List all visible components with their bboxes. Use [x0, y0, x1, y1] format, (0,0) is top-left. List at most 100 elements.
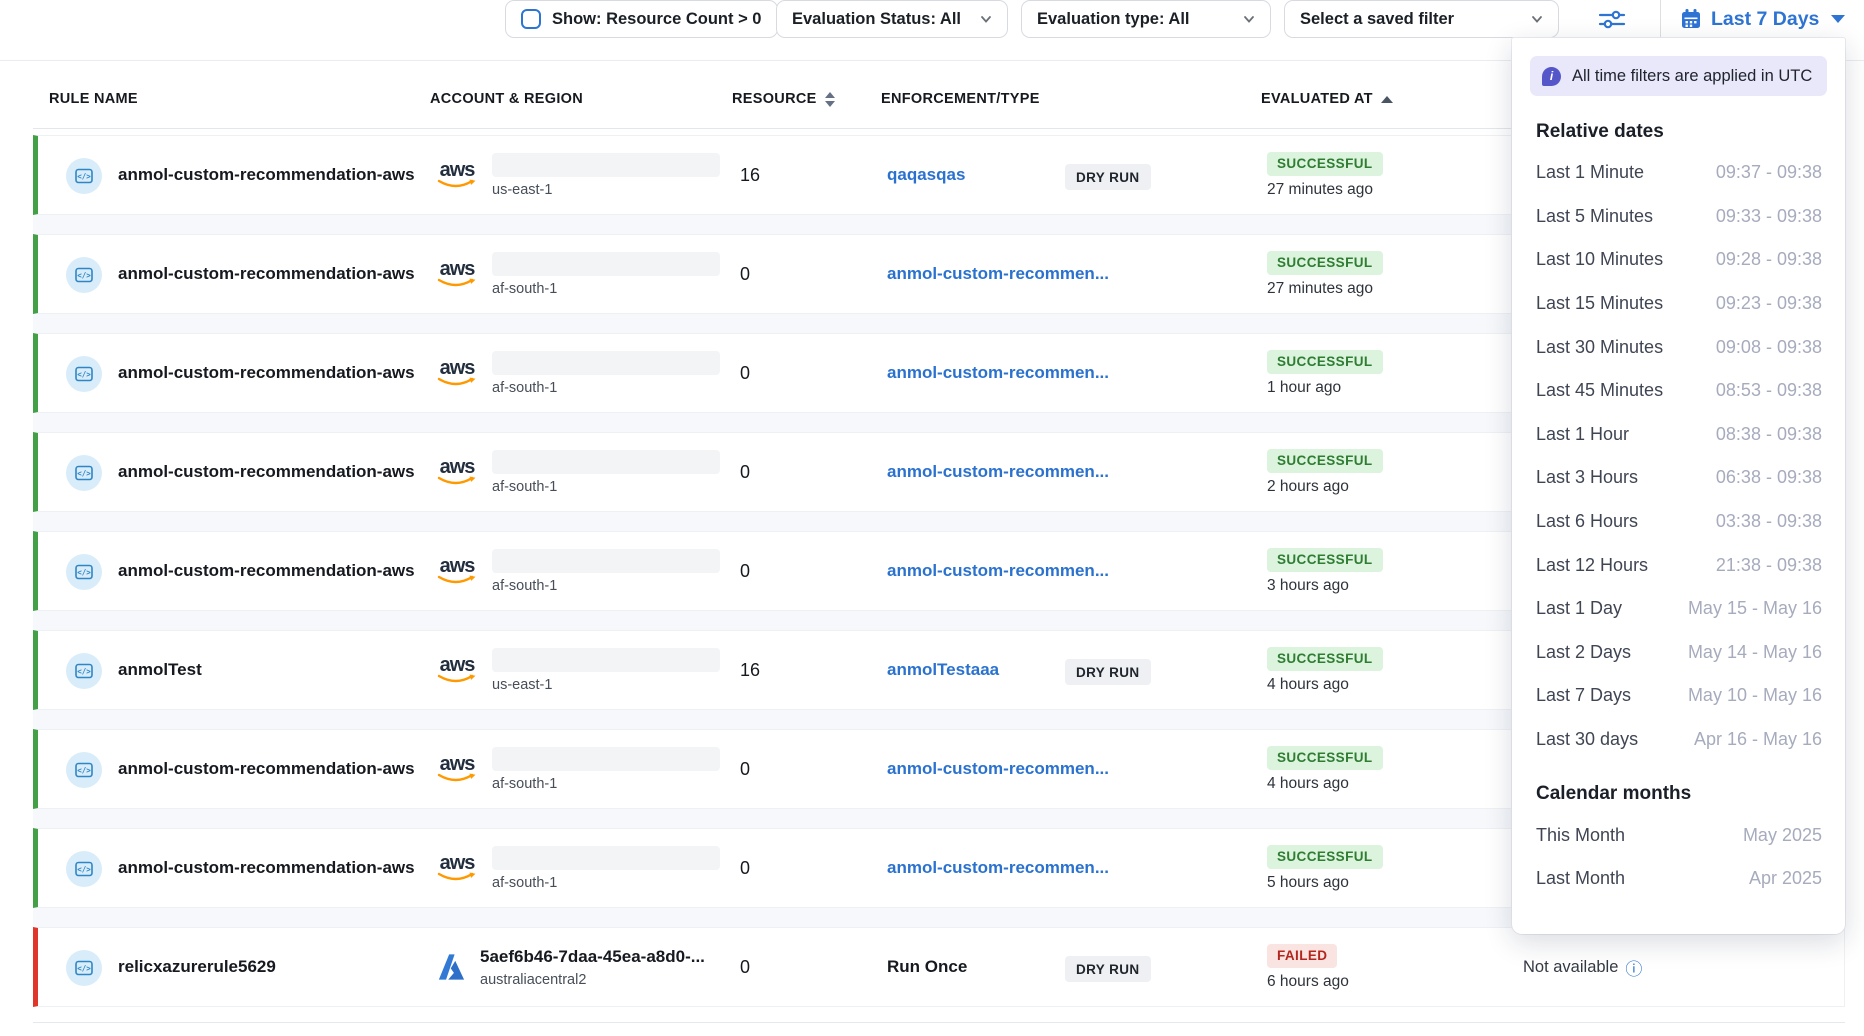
- saved-filter-placeholder: Select a saved filter: [1300, 10, 1454, 29]
- aws-logo-icon: aws: [435, 656, 479, 685]
- table-row[interactable]: </> relicxazurerule5629 5aef6b46-7daa-45…: [33, 927, 1845, 1007]
- date-range-option[interactable]: Last 1 Minute 09:37 - 09:38: [1530, 151, 1827, 195]
- saved-filter-select[interactable]: Select a saved filter: [1284, 0, 1559, 38]
- date-range-option[interactable]: Last Month Apr 2025: [1530, 857, 1827, 901]
- rule-code-icon: </>: [66, 257, 102, 293]
- date-range-option[interactable]: Last 1 Day May 15 - May 16: [1530, 587, 1827, 631]
- filter-settings-button[interactable]: [1592, 2, 1632, 36]
- enforcement-link[interactable]: qaqasqas: [887, 136, 965, 214]
- enforcement-link[interactable]: anmol-custom-recommen...: [887, 730, 1109, 808]
- option-range: Apr 16 - May 16: [1694, 729, 1822, 750]
- date-range-option[interactable]: Last 45 Minutes 08:53 - 09:38: [1530, 369, 1827, 413]
- date-range-option[interactable]: Last 30 Minutes 09:08 - 09:38: [1530, 325, 1827, 369]
- option-range: Apr 2025: [1749, 868, 1822, 889]
- account-region-cell: aws us-east-1: [435, 631, 720, 709]
- evaluated-time: 1 hour ago: [1267, 379, 1341, 397]
- enforcement-link[interactable]: anmol-custom-recommen...: [887, 334, 1109, 412]
- account-region-cell: 5aef6b46-7daa-45ea-a8d0-... australiacen…: [435, 928, 705, 1006]
- option-label: Last 2 Days: [1536, 642, 1631, 663]
- account-region-cell: aws af-south-1: [435, 235, 720, 313]
- rule-name: anmol-custom-recommendation-aws: [118, 433, 415, 511]
- evaluated-time: 4 hours ago: [1267, 676, 1349, 694]
- evaluated-time: 6 hours ago: [1267, 973, 1349, 991]
- region-label: us-east-1: [492, 677, 720, 693]
- aws-logo-icon: aws: [435, 854, 479, 883]
- option-label: Last 7 Days: [1536, 685, 1631, 706]
- dry-run-badge: DRY RUN: [1065, 659, 1151, 685]
- region-label: af-south-1: [492, 776, 720, 792]
- date-range-option[interactable]: Last 12 Hours 21:38 - 09:38: [1530, 543, 1827, 587]
- evaluation-type-select[interactable]: Evaluation type: All: [1021, 0, 1271, 38]
- svg-text:</>: </>: [77, 766, 91, 775]
- date-range-option[interactable]: Last 15 Minutes 09:23 - 09:38: [1530, 282, 1827, 326]
- option-range: May 10 - May 16: [1688, 685, 1822, 706]
- enforcement-link[interactable]: Run Once: [887, 928, 967, 1006]
- status-cell: SUCCESSFUL 3 hours ago: [1267, 532, 1383, 610]
- option-range: 21:38 - 09:38: [1716, 555, 1822, 576]
- show-resource-count-toggle[interactable]: Show: Resource Count > 0: [505, 0, 778, 38]
- relative-dates-list: Last 1 Minute 09:37 - 09:38 Last 5 Minut…: [1530, 151, 1827, 761]
- aws-logo-icon: aws: [435, 359, 479, 388]
- enforcement-link[interactable]: anmol-custom-recommen...: [887, 433, 1109, 511]
- date-range-option[interactable]: Last 2 Days May 14 - May 16: [1530, 631, 1827, 675]
- resource-count: 0: [740, 334, 750, 412]
- evaluation-status-value: Evaluation Status: All: [792, 10, 961, 29]
- date-range-option[interactable]: Last 1 Hour 08:38 - 09:38: [1530, 413, 1827, 457]
- enforcement-link[interactable]: anmol-custom-recommen...: [887, 829, 1109, 907]
- evaluated-time: 27 minutes ago: [1267, 181, 1373, 199]
- info-circle-icon[interactable]: ⓘ: [1625, 955, 1642, 980]
- header-account-region: ACCOUNT & REGION: [430, 91, 583, 107]
- header-resource-sort[interactable]: RESOURCE: [732, 91, 835, 107]
- evaluations-page: Show: Resource Count > 0 Evaluation Stat…: [0, 0, 1864, 1036]
- svg-text:</>: </>: [77, 964, 91, 973]
- date-range-option[interactable]: Last 3 Hours 06:38 - 09:38: [1530, 456, 1827, 500]
- evaluation-type-value: Evaluation type: All: [1037, 10, 1190, 29]
- option-range: 09:33 - 09:38: [1716, 206, 1822, 227]
- calendar-months-list: This Month May 2025 Last Month Apr 2025: [1530, 813, 1827, 900]
- status-badge: SUCCESSFUL: [1267, 746, 1383, 770]
- enforcement-link[interactable]: anmol-custom-recommen...: [887, 532, 1109, 610]
- region-label: australiacentral2: [480, 972, 705, 988]
- status-badge: SUCCESSFUL: [1267, 647, 1383, 671]
- azure-logo-icon: [435, 952, 467, 982]
- account-id-redacted: [492, 252, 720, 276]
- evaluation-status-select[interactable]: Evaluation Status: All: [776, 0, 1008, 38]
- account-region-cell: aws af-south-1: [435, 433, 720, 511]
- date-range-option[interactable]: Last 6 Hours 03:38 - 09:38: [1530, 500, 1827, 544]
- date-range-option[interactable]: This Month May 2025: [1530, 813, 1827, 857]
- resource-count: 0: [740, 829, 750, 907]
- region-label: af-south-1: [492, 875, 720, 891]
- date-range-option[interactable]: Last 5 Minutes 09:33 - 09:38: [1530, 195, 1827, 239]
- enforcement-link[interactable]: anmolTestaaa: [887, 631, 999, 709]
- calendar-months-heading: Calendar months: [1536, 783, 1827, 805]
- option-range: 09:08 - 09:38: [1716, 337, 1822, 358]
- status-badge: SUCCESSFUL: [1267, 449, 1383, 473]
- chevron-down-icon: [1531, 13, 1543, 25]
- svg-text:</>: </>: [77, 370, 91, 379]
- dry-run-badge: DRY RUN: [1065, 956, 1151, 982]
- status-badge: SUCCESSFUL: [1267, 350, 1383, 374]
- option-label: Last 6 Hours: [1536, 511, 1638, 532]
- date-range-option[interactable]: Last 7 Days May 10 - May 16: [1530, 674, 1827, 718]
- option-range: 03:38 - 09:38: [1716, 511, 1822, 532]
- status-cell: SUCCESSFUL 1 hour ago: [1267, 334, 1383, 412]
- date-range-button[interactable]: Last 7 Days: [1680, 0, 1845, 38]
- account-id-redacted: [492, 153, 720, 177]
- utc-notice: i All time filters are applied in UTC: [1530, 56, 1827, 96]
- option-label: Last 3 Hours: [1536, 467, 1638, 488]
- svg-text:</>: </>: [77, 667, 91, 676]
- aws-logo-icon: aws: [435, 458, 479, 487]
- checkbox-unchecked-icon[interactable]: [521, 9, 541, 29]
- header-evaluated-at-sort[interactable]: EVALUATED AT: [1261, 91, 1393, 107]
- region-label: af-south-1: [492, 281, 720, 297]
- chevron-down-icon: [1243, 13, 1255, 25]
- option-range: 06:38 - 09:38: [1716, 467, 1822, 488]
- status-badge: SUCCESSFUL: [1267, 845, 1383, 869]
- svg-text:</>: </>: [77, 865, 91, 874]
- option-label: Last Month: [1536, 868, 1625, 889]
- enforcement-link[interactable]: anmol-custom-recommen...: [887, 235, 1109, 313]
- account-id-redacted: [492, 846, 720, 870]
- date-range-value: Last 7 Days: [1711, 8, 1819, 31]
- date-range-option[interactable]: Last 30 days Apr 16 - May 16: [1530, 718, 1827, 762]
- date-range-option[interactable]: Last 10 Minutes 09:28 - 09:38: [1530, 238, 1827, 282]
